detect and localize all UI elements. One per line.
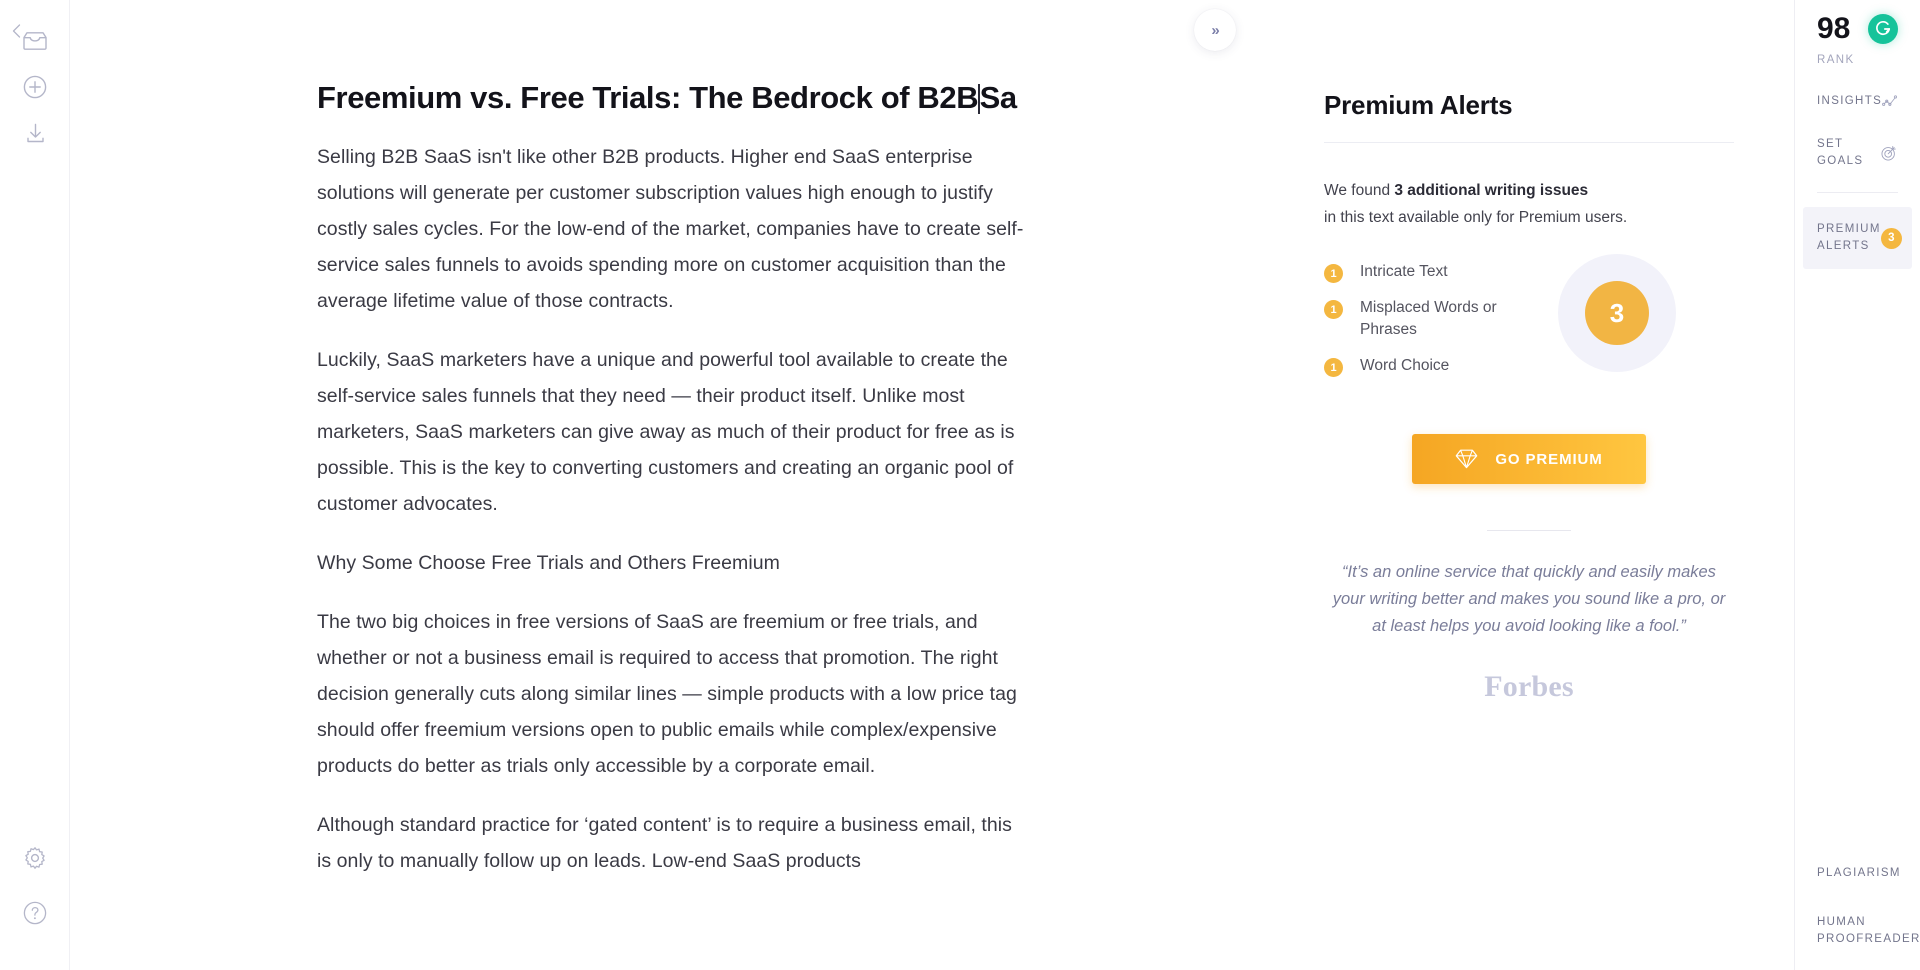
testimonial-source-logo: Forbes bbox=[1484, 670, 1574, 703]
document-paragraph: Selling B2B SaaS isn't like other B2B pr… bbox=[317, 146, 1024, 312]
sidebar-item-label: PREMIUM ALERTS bbox=[1817, 223, 1881, 252]
document-title[interactable]: Freemium vs. Free Trials: The Bedrock of… bbox=[317, 78, 1029, 118]
document-area: » Freemium vs. Free Trials: The Bedrock … bbox=[70, 0, 1266, 970]
download-icon bbox=[26, 123, 44, 142]
score-label: RANK bbox=[1817, 54, 1855, 66]
found-suffix: in this text available only for Premium … bbox=[1324, 209, 1628, 226]
sidebar-item-label: PLAGIARISM bbox=[1817, 866, 1901, 879]
alerts-list: 1 Intricate Text 1 Misplaced Words or Ph… bbox=[1324, 254, 1734, 396]
document-title-text: Freemium vs. Free Trials: The Bedrock of… bbox=[317, 80, 979, 115]
sidebar-item-label: INSIGHTS bbox=[1817, 94, 1883, 107]
document-paragraph: Luckily, SaaS marketers have a unique an… bbox=[317, 349, 1015, 515]
alert-label: Word Choice bbox=[1360, 357, 1450, 374]
score-header: 98 RANK bbox=[1817, 0, 1898, 66]
gear-icon bbox=[25, 846, 45, 869]
sidebar-item-download[interactable] bbox=[0, 110, 70, 156]
grammarly-g-icon bbox=[1876, 20, 1891, 35]
sidebar-item-label: HUMAN PROOFREADER bbox=[1817, 916, 1920, 945]
sidebar-item-new-document[interactable] bbox=[0, 64, 70, 110]
alert-count-badge: 1 bbox=[1324, 358, 1343, 377]
sidebar-item-settings[interactable] bbox=[0, 830, 70, 885]
sidebar-item-insights[interactable]: INSIGHTS bbox=[1817, 88, 1898, 114]
alert-label: Misplaced Words or Phrases bbox=[1360, 299, 1497, 338]
right-rail-divider bbox=[1817, 192, 1898, 193]
alert-count-badge: 1 bbox=[1324, 264, 1343, 283]
collapse-panel-button[interactable]: » bbox=[1194, 9, 1236, 51]
grammarly-logo-button[interactable] bbox=[1868, 14, 1898, 44]
double-chevron-right-icon: » bbox=[1211, 21, 1219, 39]
cta-container: GO PREMIUM bbox=[1324, 434, 1734, 484]
left-rail bbox=[0, 0, 70, 970]
chevron-left-icon bbox=[12, 24, 20, 38]
grammarly-editor-window: » Freemium vs. Free Trials: The Bedrock … bbox=[0, 0, 1920, 970]
go-premium-button[interactable]: GO PREMIUM bbox=[1412, 434, 1646, 484]
found-count: 3 additional writing issues bbox=[1394, 182, 1589, 199]
alert-item[interactable]: 1 Word Choice bbox=[1324, 355, 1734, 377]
document-paragraph: Although standard practice for ‘gated co… bbox=[317, 814, 1012, 872]
panel-title: Premium Alerts bbox=[1324, 90, 1513, 120]
back-button[interactable] bbox=[9, 22, 23, 40]
inbox-icon bbox=[23, 32, 47, 50]
found-prefix: We found bbox=[1324, 182, 1395, 199]
document-editor[interactable]: Freemium vs. Free Trials: The Bedrock of… bbox=[317, 0, 1029, 879]
question-circle-icon bbox=[23, 901, 47, 924]
diamond-icon bbox=[1456, 449, 1478, 469]
alert-item[interactable]: 1 Misplaced Words or Phrases bbox=[1324, 297, 1734, 341]
line-chart-icon bbox=[1882, 95, 1898, 106]
panel-divider bbox=[1324, 142, 1734, 143]
sidebar-item-plagiarism[interactable]: PLAGIARISM bbox=[1817, 860, 1901, 886]
document-paragraph: The two big choices in free versions of … bbox=[317, 611, 1017, 777]
quote-divider bbox=[1487, 530, 1571, 531]
score-block: 98 RANK bbox=[1817, 12, 1855, 67]
sidebar-item-help[interactable] bbox=[0, 885, 70, 940]
alert-item[interactable]: 1 Intricate Text bbox=[1324, 261, 1734, 283]
testimonial-quote: “It’s an online service that quickly and… bbox=[1332, 563, 1726, 635]
go-premium-label: GO PREMIUM bbox=[1495, 450, 1603, 468]
alert-count-badge: 1 bbox=[1324, 300, 1343, 319]
score-value: 98 bbox=[1817, 12, 1851, 45]
target-icon bbox=[1881, 146, 1896, 161]
sidebar-item-human-proofreader[interactable]: HUMAN PROOFREADER bbox=[1817, 914, 1919, 948]
premium-alerts-count-badge: 3 bbox=[1880, 227, 1902, 249]
found-summary: We found 3 additional writing issues in … bbox=[1324, 177, 1734, 231]
sidebar-item-set-goals[interactable]: SET GOALS bbox=[1817, 136, 1898, 170]
right-rail-bottom: PLAGIARISM HUMAN PROOFREADER bbox=[1817, 832, 1919, 948]
right-rail: 98 RANK INSIGHTS SET GOALS PREMIUM ALERT… bbox=[1795, 0, 1920, 970]
sidebar-item-label: SET GOALS bbox=[1817, 138, 1864, 167]
plus-circle-icon bbox=[23, 75, 47, 99]
document-paragraph: Why Some Choose Free Trials and Others F… bbox=[317, 552, 780, 574]
assistant-panel: Premium Alerts We found 3 additional wri… bbox=[1266, 0, 1795, 970]
alert-label: Intricate Text bbox=[1360, 263, 1448, 280]
document-title-tail: Sa bbox=[979, 80, 1018, 115]
document-body[interactable]: Selling B2B SaaS isn't like other B2B pr… bbox=[317, 139, 1029, 879]
sidebar-item-premium-alerts[interactable]: PREMIUM ALERTS 3 bbox=[1803, 207, 1912, 269]
